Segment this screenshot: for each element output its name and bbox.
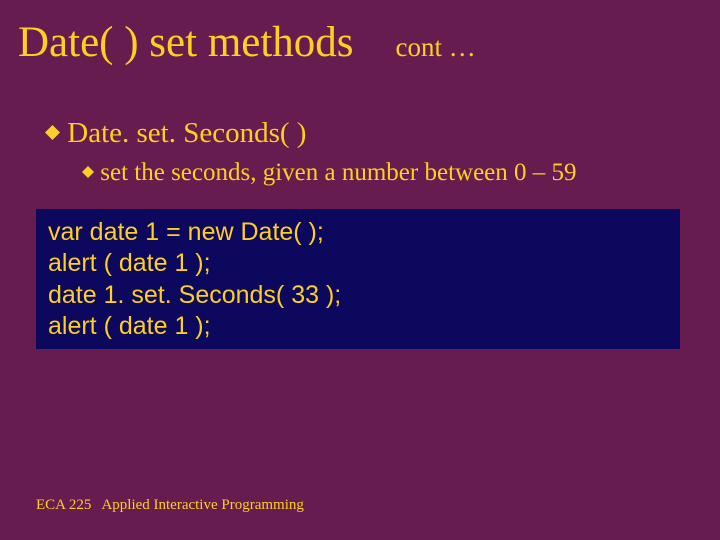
diamond-bullet-icon	[82, 166, 94, 178]
code-line-3: date 1. set. Seconds( 33 );	[48, 280, 668, 311]
code-line-4: alert ( date 1 );	[48, 311, 668, 342]
bullet-level-1: Date. set. Seconds( )	[45, 117, 306, 150]
title-cont: cont …	[358, 32, 476, 62]
slide-title: Date( ) set methods cont …	[18, 18, 476, 67]
bullet-level-2: set the seconds, given a number between …	[82, 159, 577, 187]
footer-title: Applied Interactive Programming	[101, 497, 303, 513]
code-box: var date 1 = new Date( ); alert ( date 1…	[36, 209, 680, 349]
slide: Date( ) set methods cont … Date. set. Se…	[0, 0, 720, 540]
title-main: Date( ) set methods	[18, 19, 354, 66]
code-line-1: var date 1 = new Date( );	[48, 217, 668, 248]
bullet2-text: set the seconds, given a number between …	[100, 159, 576, 186]
code-line-2: alert ( date 1 );	[48, 248, 668, 279]
footer-course: ECA 225	[36, 497, 91, 513]
slide-footer: ECA 225 Applied Interactive Programming	[36, 497, 304, 514]
diamond-bullet-icon	[45, 125, 60, 140]
bullet1-text: Date. set. Seconds( )	[67, 117, 306, 149]
